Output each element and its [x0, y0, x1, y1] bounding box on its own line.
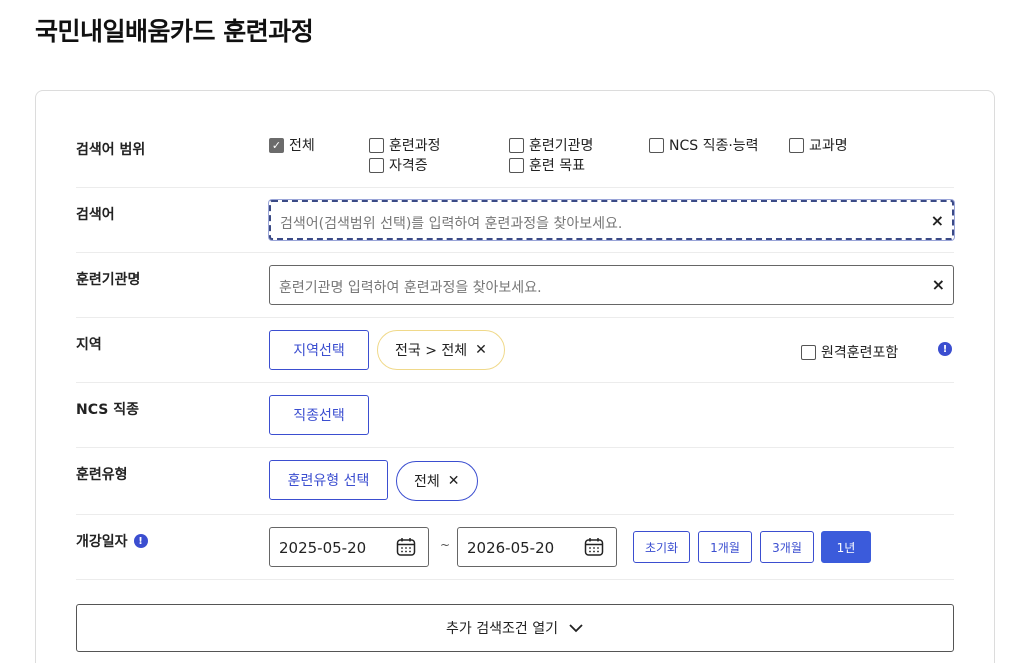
search-panel: 검색어 범위 전체 훈련과정 훈련기관명 NCS 직종·능력 교과명 자격증 훈…: [35, 90, 995, 663]
search-scope-label: 검색어 범위: [76, 142, 146, 158]
ncs-select-button[interactable]: 직종선택: [269, 395, 369, 435]
checkbox-icon[interactable]: [369, 157, 384, 173]
close-icon[interactable]: ✕: [448, 473, 460, 489]
open-date-label: 개강일자 !: [76, 531, 148, 551]
end-date-value: 2026-05-20: [467, 539, 555, 557]
scope-option-subject[interactable]: 교과명: [789, 135, 848, 155]
checkbox-icon[interactable]: [789, 137, 804, 153]
info-icon[interactable]: !: [938, 342, 952, 356]
ncs-label: NCS 직종: [76, 402, 139, 418]
three-months-button[interactable]: 3개월: [760, 531, 814, 563]
info-icon[interactable]: !: [133, 534, 148, 548]
training-type-row: 훈련유형 훈련유형 선택 전체 ✕: [76, 448, 954, 515]
calendar-icon[interactable]: [396, 537, 416, 557]
open-date-row: 개강일자 ! 2025-05-20 ~ 2026-05-20 초기화 1개월 3…: [76, 515, 954, 580]
reset-date-button[interactable]: 초기화: [633, 531, 690, 563]
chevron-down-icon: [569, 624, 583, 633]
training-type-chip-label: 전체: [414, 474, 440, 490]
training-type-select-button[interactable]: 훈련유형 선택: [269, 460, 388, 500]
scope-option-goal[interactable]: 훈련 목표: [509, 155, 585, 175]
checkbox-icon[interactable]: [649, 137, 664, 153]
more-conditions-button[interactable]: 추가 검색조건 열기: [76, 604, 954, 652]
keyword-placeholder: 검색어(검색범위 선택)를 입력하여 훈련과정을 찾아보세요.: [280, 216, 623, 232]
institution-input[interactable]: 훈련기관명 입력하여 훈련과정을 찾아보세요. ×: [269, 265, 954, 305]
scope-option-ncs[interactable]: NCS 직종·능력: [649, 135, 759, 155]
training-type-label: 훈련유형: [76, 467, 128, 483]
scope-option-course[interactable]: 훈련과정: [369, 135, 441, 155]
training-type-chip[interactable]: 전체 ✕: [396, 461, 478, 501]
checkbox-icon[interactable]: [801, 344, 816, 360]
checkbox-icon[interactable]: [369, 137, 384, 153]
one-month-button[interactable]: 1개월: [698, 531, 752, 563]
region-chip[interactable]: 전국 > 전체 ✕: [377, 330, 505, 370]
region-chip-label: 전국 > 전체: [395, 343, 468, 359]
more-conditions-label: 추가 검색조건 열기: [446, 621, 558, 637]
institution-placeholder: 훈련기관명 입력하여 훈련과정을 찾아보세요.: [279, 280, 542, 296]
region-label: 지역: [76, 337, 102, 353]
start-date-input[interactable]: 2025-05-20: [269, 527, 429, 567]
one-year-button[interactable]: 1년: [821, 531, 871, 563]
checkbox-icon[interactable]: [509, 157, 524, 173]
scope-option-all[interactable]: 전체: [269, 135, 315, 155]
close-icon[interactable]: ×: [932, 275, 945, 294]
institution-row: 훈련기관명 훈련기관명 입력하여 훈련과정을 찾아보세요. ×: [76, 253, 954, 318]
remote-training-checkbox[interactable]: 원격훈련포함: [801, 342, 898, 362]
page-title: 국민내일배움카드 훈련과정: [35, 17, 314, 46]
region-row: 지역 지역선택 전국 > 전체 ✕ 원격훈련포함 !: [76, 318, 954, 383]
region-select-button[interactable]: 지역선택: [269, 330, 369, 370]
date-separator: ~: [440, 538, 451, 552]
close-icon[interactable]: ×: [931, 211, 944, 230]
ncs-row: NCS 직종 직종선택: [76, 383, 954, 448]
checkbox-icon[interactable]: [509, 137, 524, 153]
scope-option-certificate[interactable]: 자격증: [369, 155, 428, 175]
end-date-input[interactable]: 2026-05-20: [457, 527, 617, 567]
keyword-label: 검색어: [76, 207, 115, 223]
keyword-input[interactable]: 검색어(검색범위 선택)를 입력하여 훈련과정을 찾아보세요. ×: [269, 200, 954, 240]
close-icon[interactable]: ✕: [475, 342, 487, 358]
start-date-value: 2025-05-20: [279, 539, 367, 557]
scope-option-institution[interactable]: 훈련기관명: [509, 135, 593, 155]
keyword-row: 검색어 검색어(검색범위 선택)를 입력하여 훈련과정을 찾아보세요. ×: [76, 188, 954, 253]
calendar-icon[interactable]: [584, 537, 604, 557]
institution-label: 훈련기관명: [76, 272, 141, 288]
checkbox-checked-icon[interactable]: [269, 137, 284, 153]
search-scope-row: 검색어 범위 전체 훈련과정 훈련기관명 NCS 직종·능력 교과명 자격증 훈…: [76, 91, 954, 188]
